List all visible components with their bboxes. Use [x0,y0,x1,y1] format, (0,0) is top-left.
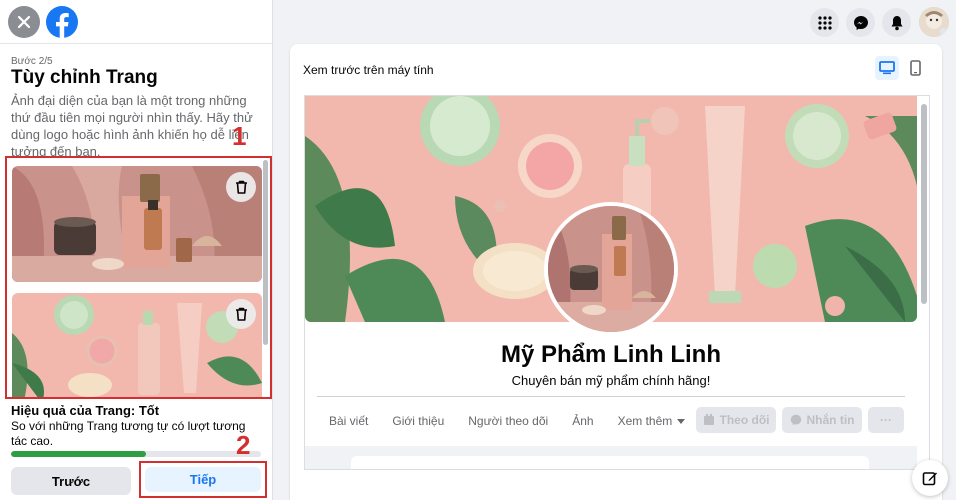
message-button[interactable]: Nhắn tin [782,407,862,433]
tab-more-label: Xem thêm [617,414,673,428]
messenger-icon [853,15,868,30]
follow-icon [703,414,714,425]
caret-down-icon [677,418,686,424]
delete-image-button[interactable] [226,172,256,202]
profile-picture [544,202,678,336]
page-name: Mỹ Phẩm Linh Linh [501,341,721,368]
desktop-view-button[interactable] [875,56,899,80]
performance-description: So với những Trang tương tự có lượt tươn… [11,419,246,448]
profile-image-option-1[interactable] [12,166,262,282]
cosmetics-photo-2 [12,293,262,397]
follow-label: Theo dõi [719,413,770,427]
cosmetics-photo-1 [12,166,262,282]
preview-title: Xem trước trên máy tính [303,63,434,77]
message-label: Nhắn tin [806,413,855,427]
mobile-icon [909,60,921,76]
close-icon [17,15,31,29]
annotation-number-2: 2 [236,430,251,460]
image-picker-list[interactable] [5,156,272,399]
setup-description: Ảnh đại diện của bạn là một trong những … [11,93,253,159]
trash-icon [235,180,247,194]
cover-image-option-2[interactable] [12,293,262,397]
follow-button[interactable]: Theo dõi [696,407,776,433]
step-indicator: Bước 2/5 [11,56,53,67]
tab-followers[interactable]: Người theo dõi [468,414,548,428]
performance-progress-bar [11,451,261,457]
page-tabs: Bài viết Giới thiệu Người theo dõi Ảnh X… [317,406,697,436]
messenger-icon [790,414,801,426]
preview-feed-card [351,456,869,469]
notifications-button[interactable] [882,8,911,37]
prev-button[interactable]: Trước [11,467,131,495]
account-avatar[interactable] [919,7,949,37]
profile-cosmetics-image [548,206,674,332]
delete-image-button[interactable] [226,299,256,329]
performance-title: Hiệu quả của Trang: Tốt [11,403,160,418]
tab-posts[interactable]: Bài viết [329,414,368,428]
edit-icon [922,472,937,486]
image-list-scrollbar[interactable] [263,160,268,345]
mobile-view-button[interactable] [905,56,925,80]
menu-button[interactable] [810,8,839,37]
profile-divider [317,396,905,397]
desktop-icon [879,61,895,75]
setup-title: Tùy chỉnh Trang [11,67,158,88]
setup-topbar [0,0,272,44]
preview-feed-area [305,446,917,469]
page-subtitle: Chuyên bán mỹ phẩm chính hãng! [511,373,711,388]
tab-more[interactable]: Xem thêm [618,414,686,428]
desktop-preview-panel: Xem trước trên máy tính Mỹ Phẩm Linh Lin… [290,44,942,500]
bell-icon [891,15,902,30]
preview-scrollbar[interactable] [921,104,927,304]
performance-progress-fill [11,451,146,457]
tab-photos[interactable]: Ảnh [572,414,593,428]
next-button-highlight: Tiếp [139,461,267,498]
grid-menu-icon [817,15,832,30]
trash-icon [235,307,247,321]
page-preview-frame: Mỹ Phẩm Linh Linh Chuyên bán mỹ phẩm chí… [304,95,930,470]
facebook-logo[interactable] [46,6,78,38]
next-button[interactable]: Tiếp [145,467,261,492]
more-actions-button[interactable]: ··· [868,407,904,433]
avatar-image [919,7,949,37]
setup-panel: Bước 2/5 Tùy chỉnh Trang Ảnh đại diện củ… [0,0,273,500]
annotation-number-1: 1 [232,121,247,151]
messenger-button[interactable] [846,8,875,37]
edit-floating-button[interactable] [912,460,948,496]
tab-about[interactable]: Giới thiệu [392,414,444,428]
close-button[interactable] [8,6,40,38]
